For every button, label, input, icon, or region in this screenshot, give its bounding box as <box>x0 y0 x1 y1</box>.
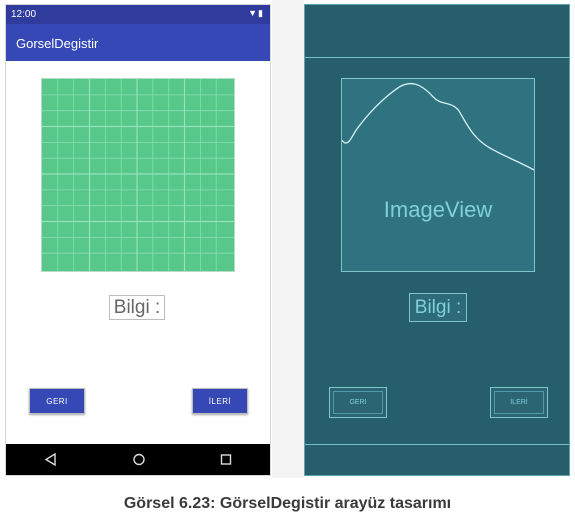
image-view <box>41 78 235 272</box>
curve-placeholder-icon <box>342 82 534 171</box>
device-preview: 12:00 ▼▮ GorselDegistir Bilgi: GERI İLE… <box>5 4 271 476</box>
panel-gap <box>272 0 304 478</box>
blueprint-image-view: ImageView <box>341 78 535 272</box>
blueprint-next-button[interactable]: İLERİ <box>490 387 548 418</box>
nav-home-icon[interactable] <box>119 444 159 475</box>
blueprint-app-bar <box>305 5 569 58</box>
status-bar: 12:00 ▼▮ <box>6 5 270 24</box>
navigation-bar <box>6 444 270 475</box>
blueprint-nav-bar <box>305 444 569 475</box>
next-button[interactable]: İLERİ <box>192 388 248 414</box>
info-text: Bilgi : <box>109 295 165 320</box>
blueprint-image-label: ImageView <box>383 197 493 222</box>
figure-caption: Görsel 6.23: GörselDegistir arayüz tasar… <box>123 495 452 512</box>
back-button[interactable]: GERI <box>29 388 85 414</box>
app-title: GorselDegistir <box>16 36 99 51</box>
nav-recent-icon[interactable] <box>206 444 246 475</box>
blueprint-preview: ImageView Bilgi : GERI İLERİ <box>304 4 570 476</box>
signal-battery-icon: ▼▮ <box>248 8 264 18</box>
app-bar: GorselDegistir <box>6 24 270 61</box>
grid-image-icon <box>42 79 234 271</box>
blueprint-back-button[interactable]: GERI <box>329 387 387 418</box>
nav-back-icon[interactable] <box>31 444 71 475</box>
status-time: 12:00 <box>11 9 37 20</box>
blueprint-info-text: Bilgi : <box>409 293 467 322</box>
